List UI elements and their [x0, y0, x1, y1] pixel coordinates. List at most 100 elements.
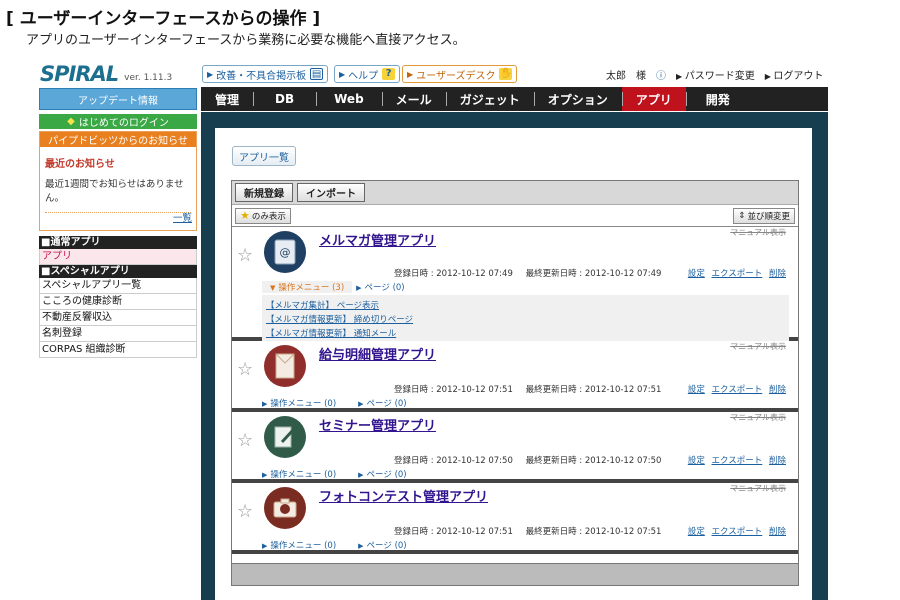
pen-icon: [264, 416, 306, 458]
board-button[interactable]: ▶ 改善・不具合掲示板 ▤: [202, 65, 329, 83]
favorite-star-icon[interactable]: ☆: [237, 245, 253, 266]
settings-link[interactable]: 設定: [688, 269, 705, 279]
page-menu-label: ページ (0): [364, 283, 405, 293]
user-info-icon[interactable]: ⓘ: [656, 67, 666, 82]
updated-date: 最終更新日時 : 2012-10-12 07:51: [525, 527, 662, 537]
export-link[interactable]: エクスポート: [712, 527, 763, 537]
password-change-link[interactable]: パスワード変更: [676, 67, 755, 82]
user-name: 太郎 様: [606, 71, 646, 82]
delete-link[interactable]: 削除: [769, 456, 786, 466]
settings-link[interactable]: 設定: [688, 456, 705, 466]
registered-date: 登録日時 : 2012-10-12 07:50: [394, 456, 513, 466]
submenu-item[interactable]: 【メルマガ情報更新】 締め切りページ: [266, 313, 785, 327]
sidebar-item-special-list[interactable]: スペシャルアプリ一覧: [39, 278, 197, 294]
nav-db[interactable]: DB: [253, 87, 316, 111]
updated-date: 最終更新日時 : 2012-10-12 07:51: [525, 385, 662, 395]
app-name-link[interactable]: 給与明細管理アプリ: [319, 344, 436, 363]
arrow-right-icon: ▶: [339, 69, 346, 79]
submenu-item[interactable]: 【メルマガ集計】 ページ表示: [266, 299, 785, 313]
page-menu-toggle[interactable]: ▶ ページ (0): [356, 281, 404, 293]
users-desk-label: ユーザーズデスク: [416, 70, 496, 82]
app-menus: ▼ 操作メニュー (3) ▶ ページ (0): [262, 281, 405, 293]
board-icon: ▤: [310, 68, 324, 80]
triangle-down-icon: ▼: [270, 284, 276, 292]
app-name-link[interactable]: メルマガ管理アプリ: [319, 230, 436, 249]
page-subtitle: アプリのユーザーインターフェースから業務に必要な機能へ直接アクセス。: [26, 33, 466, 48]
sidebar-app-list: ■通常アプリ アプリ ■スペシャルアプリ スペシャルアプリ一覧 こころの健康診断…: [39, 236, 197, 358]
news-body: 最近1週間でお知らせはありません。: [45, 178, 191, 213]
sidebar-item-health[interactable]: こころの健康診断: [39, 294, 197, 310]
favorite-star-icon[interactable]: ☆: [237, 359, 253, 380]
page-menu-toggle[interactable]: ▶ ページ (0): [358, 397, 406, 409]
sort-order-button[interactable]: ⇕ 並び順変更: [733, 207, 795, 224]
export-link[interactable]: エクスポート: [712, 269, 763, 279]
arrow-right-icon: ▶: [207, 69, 214, 79]
mail-icon: @: [264, 231, 306, 273]
first-login-button[interactable]: ◆ はじめてのログイン: [39, 114, 197, 129]
nav-mail[interactable]: メール: [381, 87, 446, 111]
news-title: 最近のお知らせ: [45, 159, 115, 170]
favorites-only-button[interactable]: ★ のみ表示: [235, 207, 291, 224]
operation-menu-toggle[interactable]: ▶ 操作メニュー (0): [262, 539, 336, 551]
sidebar-item-app[interactable]: アプリ: [39, 249, 197, 265]
triangle-right-icon: ▶: [358, 400, 364, 408]
app-name-link[interactable]: セミナー管理アプリ: [319, 415, 436, 434]
spiral-logo[interactable]: SPIRAL ver. 1.11.3: [40, 62, 172, 86]
update-info-button[interactable]: アップデート情報: [39, 88, 197, 110]
sidebar-item-realestate[interactable]: 不動産反響収込: [39, 310, 197, 326]
operation-menu-label: 操作メニュー (0): [270, 470, 337, 480]
nav-option[interactable]: オプション: [533, 87, 622, 111]
operation-menu-toggle[interactable]: ▼ 操作メニュー (3): [262, 281, 353, 293]
manual-link[interactable]: マニュアル表示: [730, 412, 786, 423]
operation-submenu: 【メルマガ集計】 ページ表示 【メルマガ情報更新】 締め切りページ 【メルマガ情…: [262, 295, 789, 345]
triangle-right-icon: ▶: [358, 542, 364, 550]
board-button-label: 改善・不具合掲示板: [216, 70, 307, 82]
help-button[interactable]: ▶ ヘルプ ?: [334, 65, 401, 83]
app-row: ☆ @ メルマガ管理アプリ マニュアル表示 登録日時 : 2012-10-12 …: [232, 227, 798, 345]
page-title: [ ユーザーインターフェースからの操作 ]: [6, 9, 321, 29]
new-register-button[interactable]: 新規登録: [235, 183, 293, 202]
nav-dev[interactable]: 開発: [685, 87, 750, 111]
app-name-link[interactable]: フォトコンテスト管理アプリ: [319, 486, 488, 505]
operation-menu-label: 操作メニュー (0): [270, 541, 337, 551]
operation-menu-label: 操作メニュー (0): [270, 399, 337, 409]
delete-link[interactable]: 削除: [769, 269, 786, 279]
sidebar-item-namecard[interactable]: 名刺登録: [39, 326, 197, 342]
triangle-right-icon: ▶: [356, 284, 362, 292]
submenu-item[interactable]: 【メルマガ情報更新】 通知メール: [266, 327, 785, 341]
import-button[interactable]: インポート: [297, 183, 365, 202]
page-menu-toggle[interactable]: ▶ ページ (0): [358, 468, 406, 480]
page-menu-toggle[interactable]: ▶ ページ (0): [358, 539, 406, 551]
export-link[interactable]: エクスポート: [712, 385, 763, 395]
triangle-right-icon: ▶: [262, 542, 268, 550]
favorite-star-icon[interactable]: ☆: [237, 430, 253, 451]
export-link[interactable]: エクスポート: [712, 456, 763, 466]
nav-gadget[interactable]: ガジェット: [445, 87, 534, 111]
desk-icon: ✋: [499, 68, 513, 80]
triangle-right-icon: ▶: [262, 471, 268, 479]
app-list-button[interactable]: アプリ一覧: [232, 146, 296, 166]
nav-app[interactable]: アプリ: [621, 87, 686, 111]
operation-menu-toggle[interactable]: ▶ 操作メニュー (0): [262, 397, 336, 409]
users-desk-button[interactable]: ▶ ユーザーズデスク ✋: [402, 65, 518, 83]
manual-link[interactable]: マニュアル表示: [730, 341, 786, 352]
nav-web[interactable]: Web: [316, 87, 382, 111]
delete-link[interactable]: 削除: [769, 385, 786, 395]
manual-link[interactable]: マニュアル表示: [730, 227, 786, 238]
app-dates: 登録日時 : 2012-10-12 07:51 最終更新日時 : 2012-10…: [394, 383, 661, 395]
operation-menu-toggle[interactable]: ▶ 操作メニュー (0): [262, 468, 336, 480]
delete-link[interactable]: 削除: [769, 527, 786, 537]
triangle-right-icon: ▶: [358, 471, 364, 479]
manual-link[interactable]: マニュアル表示: [730, 483, 786, 494]
news-list-link[interactable]: 一覧: [173, 210, 192, 224]
svg-text:@: @: [280, 246, 291, 259]
filter-bar: ★ のみ表示 ⇕ 並び順変更: [232, 205, 798, 227]
sidebar-item-corpas[interactable]: CORPAS 組織診断: [39, 342, 197, 358]
settings-link[interactable]: 設定: [688, 527, 705, 537]
nav-admin[interactable]: 管理: [201, 87, 253, 111]
logout-link[interactable]: ログアウト: [765, 67, 823, 82]
app-dates: 登録日時 : 2012-10-12 07:49 最終更新日時 : 2012-10…: [394, 267, 661, 279]
settings-link[interactable]: 設定: [688, 385, 705, 395]
app-row: ☆ フォトコンテスト管理アプリ マニュアル表示 登録日時 : 2012-10-1…: [232, 483, 798, 554]
favorite-star-icon[interactable]: ☆: [237, 501, 253, 522]
